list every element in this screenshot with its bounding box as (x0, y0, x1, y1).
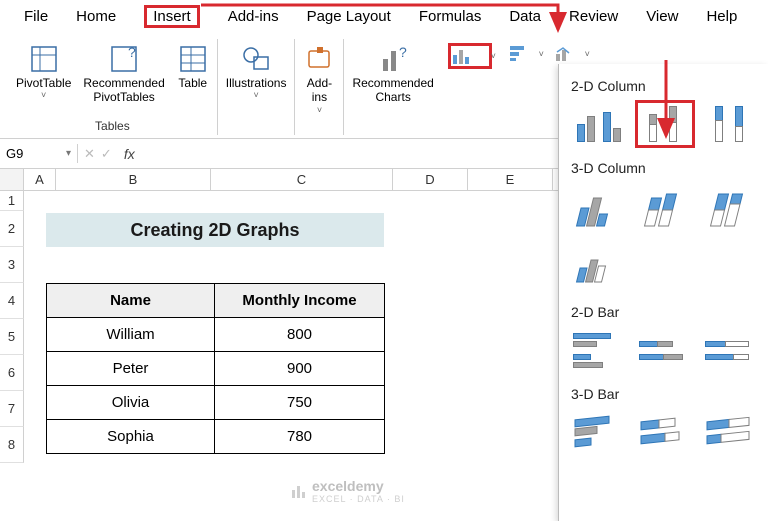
table-row: Olivia750 (47, 386, 385, 420)
combo-chart-icon (555, 44, 575, 62)
recommended-pivottables-icon: ? (108, 43, 140, 75)
heading-2d-bar: 2-D Bar (569, 296, 762, 328)
group-label-tables: Tables (95, 119, 130, 135)
ribbon-group-tables: PivotTable ? Recommended PivotTables Tab… (8, 39, 218, 135)
menu-formulas[interactable]: Formulas (405, 6, 496, 27)
menu-bar: File Home Insert Add-ins Page Layout For… (0, 0, 768, 35)
3d-stacked-column-thumb[interactable] (637, 184, 693, 234)
menu-pagelayout[interactable]: Page Layout (293, 6, 405, 27)
menu-insert[interactable]: Insert (130, 6, 214, 27)
recommended-charts-icon: ? (377, 43, 409, 75)
stacked-bar-thumb[interactable] (637, 328, 693, 372)
pivottable-button[interactable]: PivotTable (16, 43, 71, 104)
svg-text:?: ? (399, 44, 407, 60)
stacked-column-thumb[interactable] (637, 102, 693, 146)
cancel-icon[interactable]: ✕ (84, 146, 95, 162)
table-row: Peter900 (47, 352, 385, 386)
recommended-charts-button[interactable]: ? Recommended Charts (352, 43, 433, 105)
3d-column-thumb[interactable] (571, 240, 627, 290)
row-header-2[interactable]: 2 (0, 211, 24, 247)
heading-3d-bar: 3-D Bar (569, 378, 762, 410)
pivottable-icon (28, 43, 60, 75)
name-box[interactable]: G9▾ (0, 144, 78, 163)
row-header-8[interactable]: 8 (0, 427, 24, 463)
enter-icon[interactable]: ✓ (101, 146, 112, 162)
row-headers: 1 2 3 4 5 6 7 8 (0, 191, 24, 463)
header-income[interactable]: Monthly Income (215, 284, 385, 318)
3d-100-stacked-column-thumb[interactable] (703, 184, 759, 234)
table-row: William800 (47, 318, 385, 352)
col-header-e[interactable]: E (468, 169, 553, 190)
recommended-pivottables-button[interactable]: ? Recommended PivotTables (83, 43, 164, 105)
100-stacked-column-thumb[interactable] (703, 102, 759, 146)
heading-2d-column: 2-D Column (569, 70, 762, 102)
col-header-a[interactable]: A (24, 169, 56, 190)
data-table: Name Monthly Income William800 Peter900 … (46, 283, 385, 454)
svg-text:?: ? (128, 44, 136, 60)
menu-file[interactable]: File (10, 6, 62, 27)
menu-help[interactable]: Help (692, 6, 751, 27)
bar-chart-icon (509, 44, 529, 62)
insert-column-chart-button[interactable]: ˅ (448, 43, 492, 69)
menu-data[interactable]: Data (495, 6, 555, 27)
heading-3d-column: 3-D Column (569, 152, 762, 184)
sheet-title-banner: Creating 2D Graphs (46, 213, 384, 247)
table-header-row: Name Monthly Income (47, 284, 385, 318)
100-stacked-bar-thumb[interactable] (703, 328, 759, 372)
table-button[interactable]: Table (177, 43, 209, 104)
addins-button[interactable]: Add- ins (303, 43, 335, 116)
fx-label: fx (118, 146, 141, 162)
table-icon (177, 43, 209, 75)
column-chart-icon (452, 47, 472, 65)
chart-dropdown-panel: 2-D Column 3-D Column (558, 64, 768, 521)
3d-clustered-column-thumb[interactable] (571, 184, 627, 234)
watermark-icon (290, 482, 308, 500)
clustered-bar-thumb[interactable] (571, 328, 627, 372)
3d-clustered-bar-thumb[interactable] (571, 410, 627, 454)
3d-stacked-bar-thumb[interactable] (637, 410, 693, 454)
shapes-icon (240, 43, 272, 75)
clustered-column-thumb[interactable] (571, 102, 627, 146)
row-header-6[interactable]: 6 (0, 355, 24, 391)
insert-combo-chart-button[interactable]: ˅ (554, 43, 584, 65)
insert-bar-chart-button[interactable]: ˅ (508, 43, 538, 65)
col-header-c[interactable]: C (211, 169, 393, 190)
menu-addins[interactable]: Add-ins (214, 6, 293, 27)
menu-review[interactable]: Review (555, 6, 632, 27)
ribbon-group-addins: Add- ins (295, 39, 344, 135)
ribbon-group-illustrations: Illustrations (218, 39, 296, 135)
row-header-7[interactable]: 7 (0, 391, 24, 427)
header-name[interactable]: Name (47, 284, 215, 318)
menu-view[interactable]: View (632, 6, 692, 27)
col-header-b[interactable]: B (56, 169, 211, 190)
watermark: exceldemyEXCEL · DATA · BI (290, 478, 405, 504)
ribbon-group-charts: ? Recommended Charts (344, 39, 441, 135)
select-all-corner[interactable] (0, 169, 24, 190)
row-header-1[interactable]: 1 (0, 191, 24, 211)
col-header-d[interactable]: D (393, 169, 468, 190)
illustrations-button[interactable]: Illustrations (226, 43, 287, 104)
row-header-5[interactable]: 5 (0, 319, 24, 355)
3d-100-stacked-bar-thumb[interactable] (703, 410, 759, 454)
row-header-4[interactable]: 4 (0, 283, 24, 319)
addins-icon (303, 43, 335, 75)
table-row: Sophia780 (47, 420, 385, 454)
menu-home[interactable]: Home (62, 6, 130, 27)
row-header-3[interactable]: 3 (0, 247, 24, 283)
formula-bar-buttons: ✕✓ (78, 146, 118, 162)
